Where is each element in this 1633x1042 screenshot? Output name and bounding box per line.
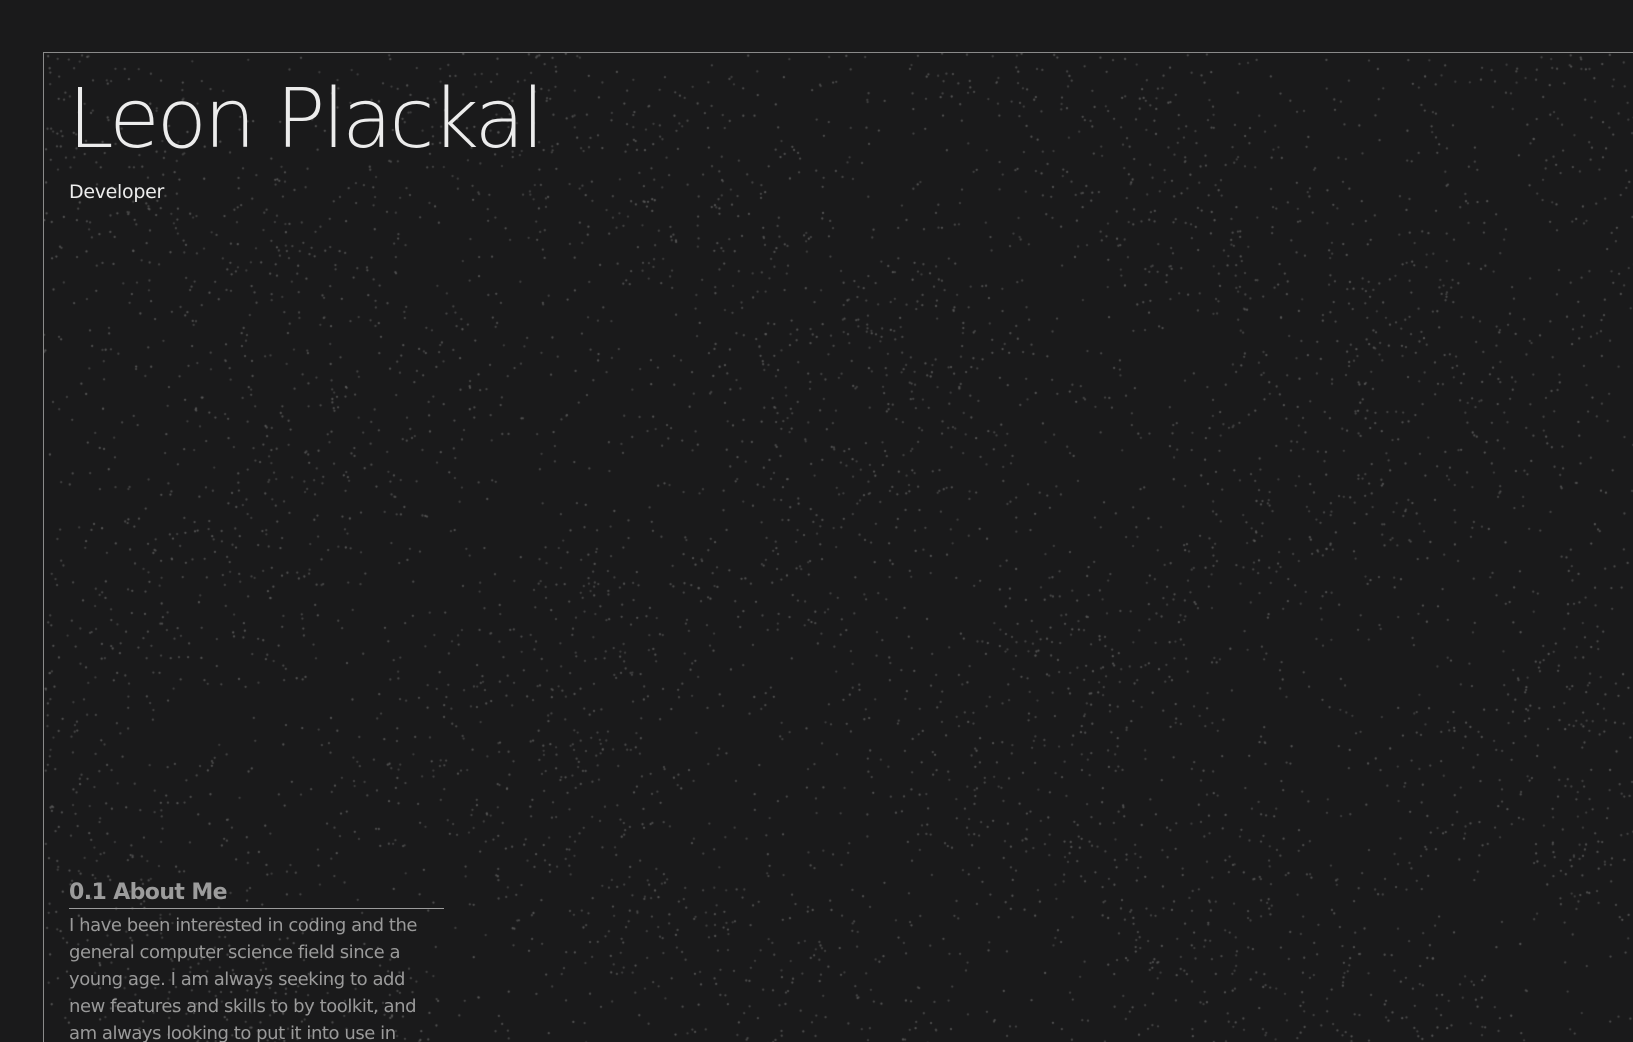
hero-frame: Leon Plackal Developer 0.1 About Me I ha… <box>43 52 1633 1042</box>
about-section: 0.1 About Me I have been interested in c… <box>69 879 444 1042</box>
about-heading: 0.1 About Me <box>69 879 444 909</box>
site-subtitle: Developer <box>69 181 165 203</box>
about-text: I have been interested in coding and the… <box>69 915 418 1042</box>
site-title: Leon Plackal <box>68 72 545 167</box>
